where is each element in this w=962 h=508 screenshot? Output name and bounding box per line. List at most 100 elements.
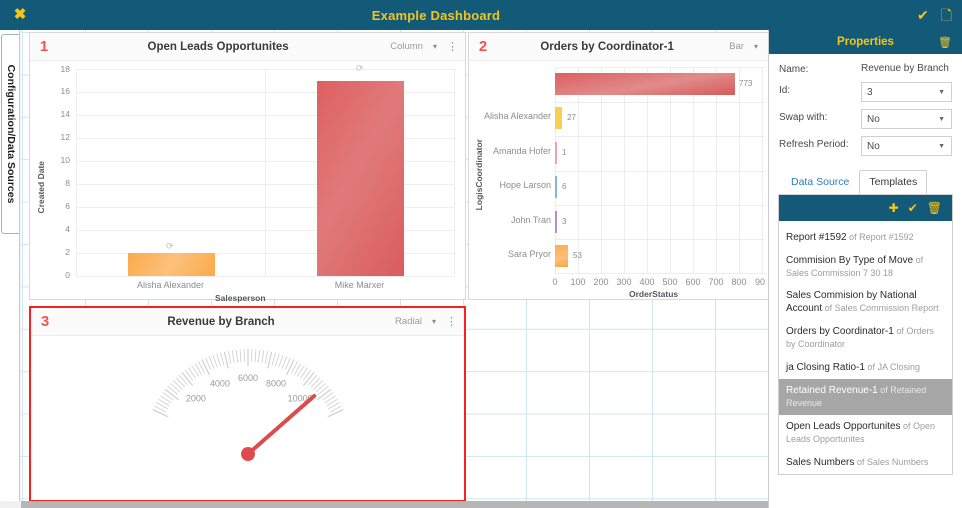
gauge-tick: [209, 356, 214, 368]
resize-corner[interactable]: [0, 501, 21, 508]
chevron-down-icon[interactable]: ▾: [432, 317, 446, 326]
y-tick: 12: [48, 132, 70, 142]
close-icon[interactable]: ✖: [0, 0, 40, 30]
bar-value: 1: [562, 148, 566, 157]
gauge-tick: [303, 372, 314, 385]
x-tick: 800: [728, 277, 750, 287]
id-select-value: 3: [867, 87, 873, 98]
sidebar-tab-configuration-data-sources[interactable]: Configuration/Data Sources: [1, 34, 19, 234]
chevron-down-icon: ▼: [938, 116, 945, 123]
gauge-tick: [188, 368, 195, 379]
gridline: [693, 67, 694, 273]
list-item-name: Open Leads Opportunites: [786, 421, 901, 432]
panel-header: 3 Revenue by Branch Radial ▾ ⋮: [31, 308, 464, 336]
gridline: [454, 69, 455, 276]
gauge-tick: [287, 360, 294, 375]
gridline: [555, 136, 765, 137]
list-item[interactable]: Report #1592 of Report #1592: [779, 226, 952, 249]
bar-row-5[interactable]: [555, 245, 568, 267]
bar-value: 27: [567, 113, 576, 122]
panel-orders-by-coordinator[interactable]: 2 Orders by Coordinator-1 Bar ▾ LogisCoo…: [468, 32, 768, 300]
check-icon[interactable]: ✔: [908, 202, 918, 214]
property-label: Swap with:: [779, 109, 861, 123]
bar-row-0[interactable]: [555, 73, 735, 95]
list-item-name: Sales Numbers: [786, 457, 854, 468]
chevron-down-icon: ▼: [938, 89, 945, 96]
datasource-list[interactable]: Report #1592 of Report #1592Commision By…: [779, 221, 952, 474]
id-select[interactable]: 3 ▼: [861, 82, 952, 102]
property-label: Id:: [779, 82, 861, 96]
kebab-menu-icon[interactable]: ⋮: [447, 40, 465, 53]
x-axis-label: Salesperson: [215, 293, 266, 303]
trash-icon[interactable]: 🗑: [927, 202, 942, 214]
gridline: [555, 171, 765, 172]
page-title: Example Dashboard: [40, 8, 962, 23]
y-category: Hope Larson: [475, 180, 551, 190]
rotate-handle-icon[interactable]: ⟳: [166, 241, 174, 252]
radial-gauge[interactable]: 200040006000800010000: [31, 336, 464, 501]
bar-row-1[interactable]: [555, 107, 562, 129]
list-item[interactable]: Orders by Coordinator-1 of Orders by Coo…: [779, 320, 952, 356]
bar-value: 53: [573, 251, 582, 260]
gauge-tick-label: 4000: [210, 378, 230, 388]
panel-body: 200040006000800010000: [31, 336, 464, 501]
list-item[interactable]: Sales Numbers of Sales Numbers: [779, 451, 952, 474]
gauge-hub: [241, 447, 255, 461]
list-item[interactable]: ja Closing Ratio-1 of JA Closing: [779, 356, 952, 379]
check-icon[interactable]: ✔: [917, 8, 929, 22]
y-category: Amanda Hofer: [475, 146, 551, 156]
gauge-tick: [311, 378, 320, 387]
tab-data-source[interactable]: Data Source: [781, 170, 859, 194]
gauge-tick: [300, 368, 307, 379]
gauge-tick: [185, 370, 193, 380]
list-item[interactable]: Open Leads Opportunites of Open Leads Op…: [779, 415, 952, 451]
gauge-tick: [182, 372, 193, 385]
kebab-menu-icon[interactable]: ⋮: [446, 315, 464, 328]
gauge-tick: [309, 375, 318, 385]
x-tick: 600: [682, 277, 704, 287]
copy-icon[interactable]: 🗋: [941, 8, 952, 22]
title-bar-actions: ✔ 🗋: [917, 0, 952, 30]
panel-revenue-by-branch[interactable]: 3 Revenue by Branch Radial ▾ ⋮ 200040006…: [29, 306, 466, 502]
list-item[interactable]: Retained Revenue-1 of Retained Revenue: [779, 379, 952, 415]
bar-alisha-alexander[interactable]: [128, 253, 215, 276]
chevron-down-icon[interactable]: ▾: [754, 42, 768, 51]
rotate-handle-icon[interactable]: ⟳: [356, 63, 364, 74]
bar-mike-marxer[interactable]: [317, 81, 404, 277]
y-tick: 0: [48, 270, 70, 280]
trash-icon[interactable]: 🗑: [938, 36, 952, 49]
dashboard-canvas[interactable]: 1 Open Leads Opportunites Column ▾ ⋮ Cre…: [21, 30, 768, 501]
gauge-tick: [255, 349, 256, 362]
gridline: [578, 67, 579, 273]
panel-open-leads-opportunites[interactable]: 1 Open Leads Opportunites Column ▾ ⋮ Cre…: [29, 32, 466, 300]
gridline: [555, 273, 765, 274]
gauge-tick: [217, 354, 221, 366]
plus-icon[interactable]: ✚: [889, 202, 899, 214]
y-tick: 10: [48, 155, 70, 165]
bar-value: 773: [739, 79, 752, 88]
y-tick: 18: [48, 64, 70, 74]
bar-row-3[interactable]: [555, 176, 557, 198]
bar-row-2[interactable]: [555, 142, 557, 164]
gauge-tick: [240, 349, 241, 362]
horizontal-scrollbar[interactable]: [21, 501, 768, 508]
properties-header: Properties 🗑: [769, 30, 962, 54]
gridline: [555, 205, 765, 206]
gauge-tick: [176, 378, 185, 387]
list-item-name: Retained Revenue-1: [786, 385, 878, 396]
swap-with-select[interactable]: No ▼: [861, 109, 952, 129]
refresh-period-select[interactable]: No ▼: [861, 136, 952, 156]
gauge-tick: [173, 380, 182, 389]
list-item[interactable]: Commision By Type of Move of Sales Commi…: [779, 249, 952, 285]
bar-row-4[interactable]: [555, 211, 557, 233]
gridline: [555, 67, 556, 273]
list-item[interactable]: Sales Commision by National Account of S…: [779, 285, 952, 320]
swap-with-select-value: No: [867, 114, 880, 125]
tab-templates[interactable]: Templates: [859, 170, 927, 194]
y-tick: 2: [48, 247, 70, 257]
x-tick: 100: [567, 277, 589, 287]
gridline: [76, 276, 454, 277]
gauge-tick: [279, 355, 283, 367]
gauge-tick: [316, 383, 326, 392]
chevron-down-icon[interactable]: ▾: [433, 42, 447, 51]
